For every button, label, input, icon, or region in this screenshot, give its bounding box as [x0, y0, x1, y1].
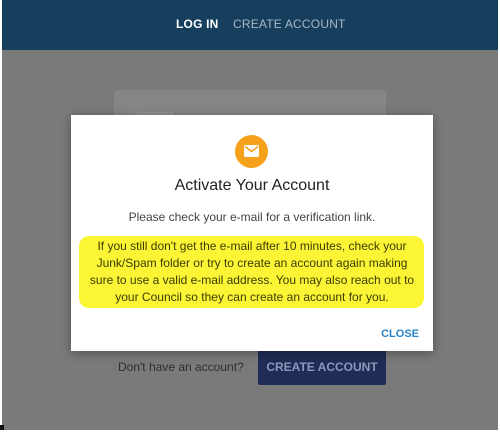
dialog-subtitle: Please check your e-mail for a verificat… [128, 210, 376, 224]
create-account-button[interactable]: CREATE ACCOUNT [258, 349, 386, 385]
activation-dialog: Activate Your Account Please check your … [71, 115, 433, 351]
mail-icon [235, 135, 268, 168]
corner-mark [0, 425, 4, 430]
dialog-title: Activate Your Account [174, 177, 330, 194]
top-nav-bar: LOG IN CREATE ACCOUNT [2, 0, 498, 50]
tab-create-account[interactable]: CREATE ACCOUNT [233, 17, 346, 31]
envelope-glyph [244, 145, 259, 157]
tab-log-in[interactable]: LOG IN [176, 17, 219, 31]
app-window: LOG IN CREATE ACCOUNT Username Don't hav… [2, 0, 498, 430]
dialog-body-text: If you still don't get the e-mail after … [89, 239, 415, 304]
close-button[interactable]: CLOSE [381, 328, 419, 340]
no-account-prompt: Don't have an account? [118, 360, 244, 374]
